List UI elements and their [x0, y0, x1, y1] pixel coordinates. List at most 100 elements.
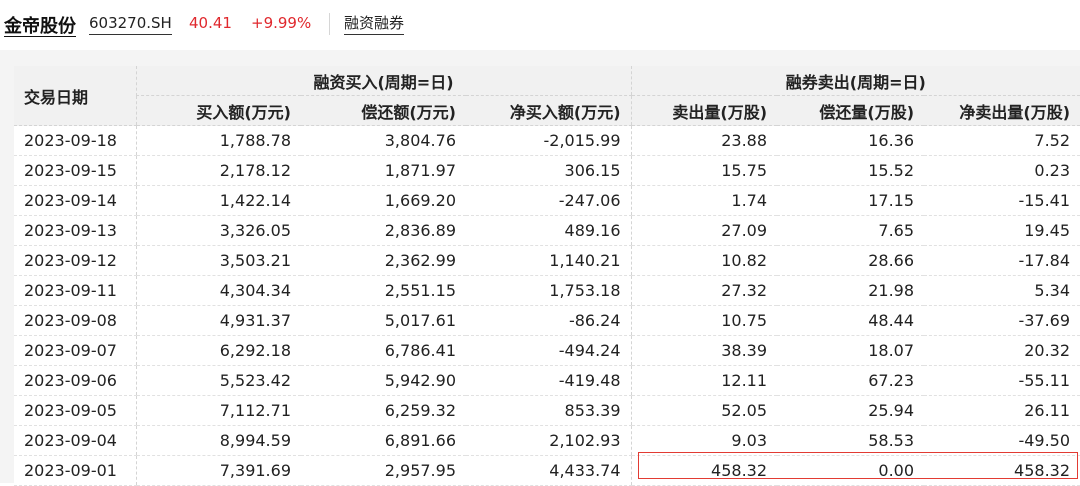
cell-repay-amount: 2,362.99 — [301, 245, 466, 276]
cell-sell-volume: 1.74 — [630, 185, 778, 216]
cell-date: 2023-09-07 — [14, 335, 136, 366]
cell-repay-amount: 5,942.90 — [301, 365, 466, 396]
cell-buy-amount: 2,178.12 — [135, 155, 301, 186]
cell-net-sell-volume: 0.23 — [924, 155, 1080, 186]
table-row[interactable]: 2023-09-01 7,391.69 2,957.95 4,433.74 458.32… — [14, 455, 1080, 486]
cell-net-sell-volume: 26.11 — [924, 395, 1080, 426]
table-row[interactable]: 2023-09-08 4,931.37 5,017.61 -86.24 10.75 48.… — [14, 305, 1080, 336]
cell-repay-volume: 28.66 — [777, 245, 925, 276]
stock-name[interactable]: 金帝股份 — [4, 12, 76, 38]
cell-sell-volume: 52.05 — [630, 395, 778, 426]
cell-repay-volume: 25.94 — [777, 395, 925, 426]
cell-buy-amount: 1,422.14 — [135, 185, 301, 216]
cell-repay-amount: 2,551.15 — [301, 275, 466, 306]
table-row[interactable]: 2023-09-13 3,326.05 2,836.89 489.16 27.09 7.6… — [14, 215, 1080, 246]
cell-repay-volume: 15.52 — [777, 155, 925, 186]
cell-buy-amount: 5,523.42 — [135, 365, 301, 396]
cell-net-sell-volume: 5.34 — [924, 275, 1080, 306]
cell-net-buy-amount: 4,433.74 — [466, 455, 632, 486]
cell-net-sell-volume: 20.32 — [924, 335, 1080, 366]
column-header-date[interactable]: 交易日期 — [14, 66, 136, 126]
stock-change-percent: +9.99% — [251, 14, 312, 32]
table-row[interactable]: 2023-09-12 3,503.21 2,362.99 1,140.21 10.82 2… — [14, 245, 1080, 276]
cell-sell-volume: 10.82 — [630, 245, 778, 276]
cell-sell-volume: 27.32 — [630, 275, 778, 306]
cell-buy-amount: 6,292.18 — [135, 335, 301, 366]
cell-date: 2023-09-14 — [14, 185, 136, 216]
table-row[interactable]: 2023-09-15 2,178.12 1,871.97 306.15 15.75 15.… — [14, 155, 1080, 186]
cell-repay-volume: 16.36 — [777, 125, 925, 156]
stock-price: 40.41 — [189, 14, 232, 32]
cell-net-buy-amount: -2,015.99 — [466, 125, 632, 156]
stock-header: 金帝股份 603270.SH 40.41 +9.99% 融资融券 — [0, 0, 1080, 50]
column-header-buy-amount[interactable]: 买入额(万元) — [135, 95, 301, 126]
header-divider — [329, 13, 330, 35]
cell-repay-volume: 17.15 — [777, 185, 925, 216]
stock-code[interactable]: 603270.SH — [89, 14, 172, 35]
cell-sell-volume: 15.75 — [630, 155, 778, 186]
cell-net-sell-volume: 7.52 — [924, 125, 1080, 156]
cell-sell-volume: 23.88 — [630, 125, 778, 156]
cell-net-sell-volume: -55.11 — [924, 365, 1080, 396]
cell-repay-amount: 3,804.76 — [301, 125, 466, 156]
cell-repay-amount: 2,957.95 — [301, 455, 466, 486]
cell-repay-amount: 6,786.41 — [301, 335, 466, 366]
cell-buy-amount: 1,788.78 — [135, 125, 301, 156]
table-row[interactable]: 2023-09-06 5,523.42 5,942.90 -419.48 12.11 67… — [14, 365, 1080, 396]
cell-repay-amount: 1,669.20 — [301, 185, 466, 216]
cell-sell-volume: 9.03 — [630, 425, 778, 456]
cell-repay-volume: 58.53 — [777, 425, 925, 456]
cell-net-sell-volume: -49.50 — [924, 425, 1080, 456]
cell-sell-volume: 12.11 — [630, 365, 778, 396]
table-row[interactable]: 2023-09-14 1,422.14 1,669.20 -247.06 1.74 17.… — [14, 185, 1080, 216]
cell-repay-volume: 7.65 — [777, 215, 925, 246]
cell-sell-volume: 10.75 — [630, 305, 778, 336]
cell-date: 2023-09-08 — [14, 305, 136, 336]
cell-date: 2023-09-04 — [14, 425, 136, 456]
table-body: 2023-09-18 1,788.78 3,804.76 -2,015.99 23.88… — [14, 125, 1080, 486]
cell-buy-amount: 3,503.21 — [135, 245, 301, 276]
cell-buy-amount: 8,994.59 — [135, 425, 301, 456]
cell-repay-volume: 18.07 — [777, 335, 925, 366]
cell-repay-amount: 1,871.97 — [301, 155, 466, 186]
cell-repay-amount: 2,836.89 — [301, 215, 466, 246]
cell-net-buy-amount: -86.24 — [466, 305, 632, 336]
cell-repay-volume: 0.00 — [777, 455, 925, 486]
cell-date: 2023-09-15 — [14, 155, 136, 186]
group-header-financing: 融资买入(周期=日) — [135, 66, 632, 96]
cell-buy-amount: 3,326.05 — [135, 215, 301, 246]
table-row[interactable]: 2023-09-04 8,994.59 6,891.66 2,102.93 9.03 58… — [14, 425, 1080, 456]
cell-sell-volume: 458.32 — [630, 455, 778, 486]
column-header-repay-volume[interactable]: 偿还量(万股) — [777, 95, 925, 126]
cell-date: 2023-09-12 — [14, 245, 136, 276]
group-header-short-selling: 融券卖出(周期=日) — [630, 66, 1080, 96]
cell-buy-amount: 4,304.34 — [135, 275, 301, 306]
cell-net-buy-amount: -247.06 — [466, 185, 632, 216]
table-row[interactable]: 2023-09-11 4,304.34 2,551.15 1,753.18 27.32 2… — [14, 275, 1080, 306]
table-row[interactable]: 2023-09-18 1,788.78 3,804.76 -2,015.99 23.88… — [14, 125, 1080, 156]
cell-repay-volume: 67.23 — [777, 365, 925, 396]
cell-net-buy-amount: 1,753.18 — [466, 275, 632, 306]
cell-date: 2023-09-13 — [14, 215, 136, 246]
table-row[interactable]: 2023-09-07 6,292.18 6,786.41 -494.24 38.39 18… — [14, 335, 1080, 366]
cell-buy-amount: 7,391.69 — [135, 455, 301, 486]
column-header-net-sell-volume[interactable]: 净卖出量(万股) — [924, 95, 1080, 126]
table-row[interactable]: 2023-09-05 7,112.71 6,259.32 853.39 52.05 25.… — [14, 395, 1080, 426]
cell-sell-volume: 27.09 — [630, 215, 778, 246]
cell-net-sell-volume: -37.69 — [924, 305, 1080, 336]
margin-trading-link[interactable]: 融资融券 — [344, 14, 405, 35]
column-header-repay-amount[interactable]: 偿还额(万元) — [301, 95, 466, 126]
cell-date: 2023-09-18 — [14, 125, 136, 156]
cell-repay-volume: 21.98 — [777, 275, 925, 306]
column-header-sell-volume[interactable]: 卖出量(万股) — [630, 95, 778, 126]
cell-net-sell-volume: 458.32 — [924, 455, 1080, 486]
cell-net-buy-amount: 2,102.93 — [466, 425, 632, 456]
cell-repay-amount: 6,259.32 — [301, 395, 466, 426]
column-header-net-buy-amount[interactable]: 净买入额(万元) — [466, 95, 632, 126]
cell-net-buy-amount: -419.48 — [466, 365, 632, 396]
cell-date: 2023-09-11 — [14, 275, 136, 306]
cell-buy-amount: 7,112.71 — [135, 395, 301, 426]
cell-date: 2023-09-06 — [14, 365, 136, 396]
cell-net-sell-volume: -15.41 — [924, 185, 1080, 216]
cell-sell-volume: 38.39 — [630, 335, 778, 366]
